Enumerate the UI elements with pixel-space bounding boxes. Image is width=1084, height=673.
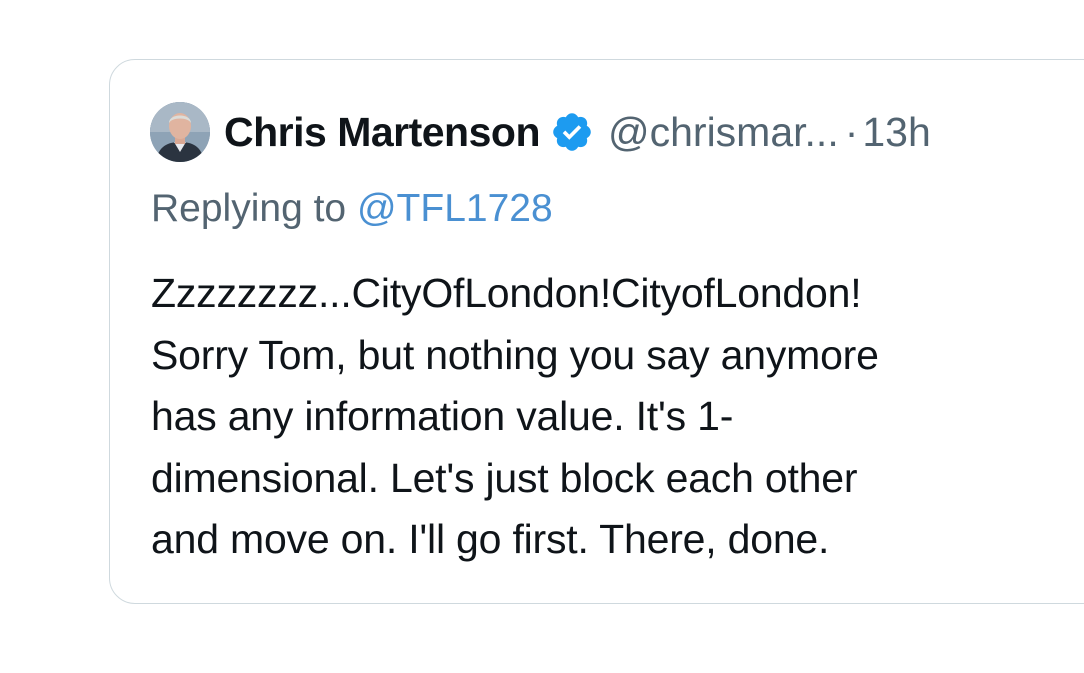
replying-to-label: Replying to xyxy=(151,187,357,230)
author-handle[interactable]: @chrismar... xyxy=(608,109,839,156)
author-avatar[interactable] xyxy=(150,102,210,162)
tweet-body-text: Zzzzzzzz...CityOfLondon!CityofLondon! So… xyxy=(151,270,879,562)
quoted-tweet-card[interactable]: Chris Martenson @chrismar... · 13h Reply… xyxy=(109,59,1084,604)
author-display-name[interactable]: Chris Martenson xyxy=(224,109,541,156)
avatar-image xyxy=(150,102,210,162)
reply-mention-link[interactable]: @TFL1728 xyxy=(357,187,553,230)
tweet-timestamp[interactable]: 13h xyxy=(862,109,930,156)
separator-dot: · xyxy=(844,108,859,155)
replying-to-line: Replying to @TFL1728 xyxy=(151,187,553,231)
tweet-header: Chris Martenson @chrismar... · 13h xyxy=(150,100,931,164)
verified-badge-icon xyxy=(550,110,594,154)
